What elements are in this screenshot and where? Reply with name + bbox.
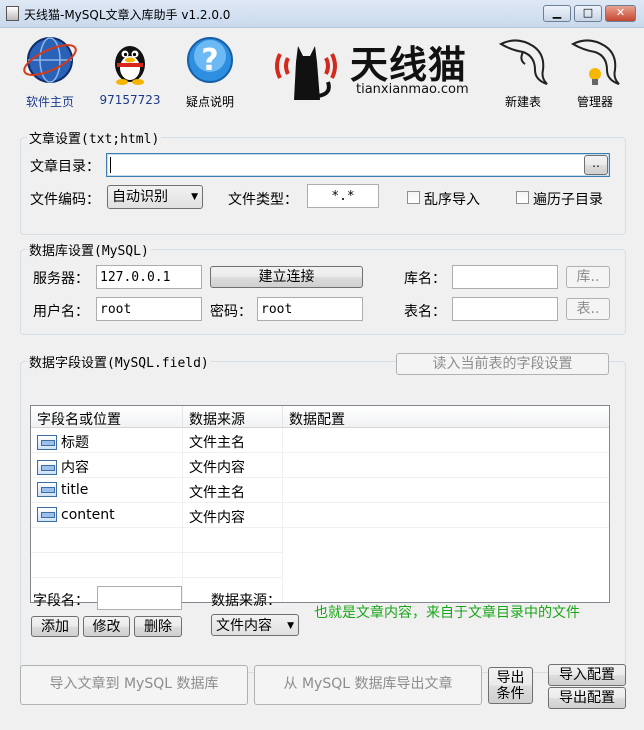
table-row-name[interactable]: 标题 <box>31 428 183 453</box>
table-row-source[interactable]: 文件主名 <box>183 478 283 503</box>
table-picker-button[interactable]: 表.. <box>566 298 610 320</box>
add-field-button[interactable]: 添加 <box>31 616 79 637</box>
user-input[interactable]: root <box>96 297 202 321</box>
maximize-button[interactable]: □ <box>574 5 602 22</box>
table-row-config[interactable] <box>283 503 609 528</box>
password-label: 密码： <box>210 304 252 320</box>
qq-penguin-icon <box>115 46 145 85</box>
qq-button[interactable]: 97157723 <box>93 34 167 107</box>
mysql-dolphin-icon <box>498 39 548 85</box>
table-row-config[interactable] <box>283 453 609 478</box>
user-label: 用户名： <box>33 304 89 320</box>
article-group-title: 文章设置(txt;html) <box>27 128 162 147</box>
dropdown-arrow-icon: ▼ <box>287 621 294 631</box>
table-row-name[interactable]: content <box>31 503 183 528</box>
globe-icon <box>23 37 77 83</box>
source-hint-text: 也就是文章内容，来自于文章目录中的文件 <box>314 605 580 621</box>
article-dir-label: 文章目录： <box>30 159 100 175</box>
export-conditions-button[interactable]: 导出条件 <box>488 667 533 704</box>
password-input[interactable]: root <box>257 297 363 321</box>
article-dir-input[interactable] <box>106 153 610 177</box>
empty-row <box>183 553 283 578</box>
field-icon <box>37 435 57 450</box>
export-conditions-label: 导出条件 <box>496 670 525 702</box>
manager-label: 管理器 <box>576 95 613 109</box>
field-name-input[interactable] <box>97 586 182 610</box>
file-type-label: 文件类型： <box>228 192 298 208</box>
dbname-label: 库名： <box>404 271 446 287</box>
home-label: 软件主页 <box>25 95 74 109</box>
table-row-name[interactable]: title <box>31 478 183 503</box>
read-fields-button[interactable]: 读入当前表的字段设置 <box>396 353 609 375</box>
field-icon <box>37 507 57 522</box>
cat-antenna-icon <box>275 46 337 100</box>
encoding-value: 自动识别 <box>112 189 168 205</box>
file-type-input[interactable]: *.* <box>307 184 379 208</box>
new-table-label: 新建表 <box>504 95 541 109</box>
table-row-config[interactable] <box>283 428 609 453</box>
home-button[interactable]: 软件主页 <box>13 34 87 110</box>
field-icon <box>37 460 57 475</box>
server-input[interactable]: 127.0.0.1 <box>96 265 202 289</box>
title-bar[interactable]: 天线猫-MySQL文章入库助手 v1.2.0.0 ▁ □ ✕ <box>0 0 644 28</box>
main-window: 软件主页 97157723 ? 疑点说明 天线猫 tianxianmao.com… <box>0 28 644 730</box>
window-title: 天线猫-MySQL文章入库助手 v1.2.0.0 <box>24 8 231 22</box>
field-icon <box>37 482 57 497</box>
shuffle-checkbox[interactable] <box>407 191 420 204</box>
fields-table[interactable]: 字段名或位置 数据来源 数据配置 标题 文件主名 内容 文件内容 title 文… <box>30 405 610 603</box>
import-to-mysql-button[interactable]: 导入文章到 MySQL 数据库 <box>20 665 248 705</box>
logo-domain: tianxianmao.com <box>356 82 469 97</box>
mysql-manager-icon <box>570 39 620 85</box>
connect-button[interactable]: 建立连接 <box>210 266 363 288</box>
app-icon <box>6 6 19 21</box>
column-header-config[interactable]: 数据配置 <box>283 406 609 428</box>
qq-label: 97157723 <box>99 93 161 107</box>
data-source-label: 数据来源： <box>211 593 281 609</box>
text-cursor <box>110 157 111 173</box>
encoding-label: 文件编码： <box>30 192 100 208</box>
browse-dir-button[interactable]: .. <box>584 155 608 175</box>
recurse-label: 遍历子目录 <box>533 192 603 208</box>
help-question-icon: ? <box>187 37 233 83</box>
dbname-picker-button[interactable]: 库.. <box>566 266 610 288</box>
empty-row <box>183 528 283 553</box>
server-label: 服务器： <box>33 271 89 287</box>
table-row-source[interactable]: 文件主名 <box>183 428 283 453</box>
encoding-select[interactable]: 自动识别 ▼ <box>107 185 203 209</box>
new-table-button[interactable]: 新建表 <box>486 34 560 110</box>
help-button[interactable]: ? 疑点说明 <box>173 34 247 110</box>
table-name-label: 表名： <box>404 304 446 320</box>
brand-logo: 天线猫 tianxianmao.com <box>270 32 475 102</box>
help-label: 疑点说明 <box>185 95 234 109</box>
edit-field-button[interactable]: 修改 <box>83 616 130 637</box>
dropdown-arrow-icon: ▼ <box>191 192 198 202</box>
data-source-value: 文件内容 <box>216 618 272 634</box>
shuffle-label: 乱序导入 <box>424 192 480 208</box>
export-from-mysql-button[interactable]: 从 MySQL 数据库导出文章 <box>254 665 482 705</box>
table-row-source[interactable]: 文件内容 <box>183 503 283 528</box>
data-source-select[interactable]: 文件内容 ▼ <box>211 614 299 636</box>
close-button[interactable]: ✕ <box>605 5 636 22</box>
db-settings-group <box>20 249 626 335</box>
table-name-input[interactable] <box>452 297 558 321</box>
empty-row <box>31 553 183 578</box>
svg-text:?: ? <box>201 43 218 78</box>
field-name-label: 字段名： <box>33 593 89 609</box>
table-row-config[interactable] <box>283 478 609 503</box>
fields-group-title: 数据字段设置(MySQL.field) <box>27 352 211 371</box>
table-row-name[interactable]: 内容 <box>31 453 183 478</box>
minimize-button[interactable]: ▁ <box>543 5 571 22</box>
dbname-input[interactable] <box>452 265 558 289</box>
column-header-source[interactable]: 数据来源 <box>183 406 283 428</box>
recurse-checkbox[interactable] <box>516 191 529 204</box>
logo-text: 天线猫 <box>350 43 468 87</box>
table-row-source[interactable]: 文件内容 <box>183 453 283 478</box>
db-group-title: 数据库设置(MySQL) <box>27 240 151 259</box>
empty-row <box>31 528 183 553</box>
export-config-button[interactable]: 导出配置 <box>548 687 626 709</box>
delete-field-button[interactable]: 删除 <box>134 616 182 637</box>
import-config-button[interactable]: 导入配置 <box>548 664 626 686</box>
manager-button[interactable]: 管理器 <box>558 34 632 110</box>
column-header-name[interactable]: 字段名或位置 <box>31 406 183 428</box>
